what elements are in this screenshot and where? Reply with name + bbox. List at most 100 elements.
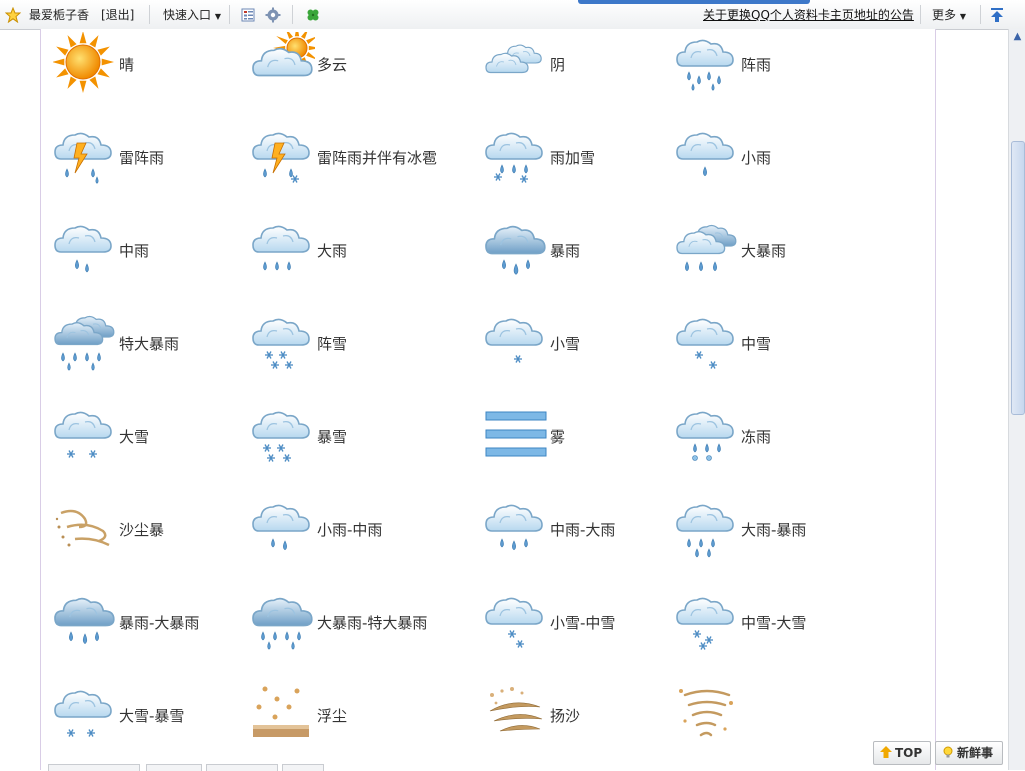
announcement-link[interactable]: 关于更换QQ个人资料卡主页地址的公告 (703, 0, 914, 29)
moderate-snow-icon (676, 318, 734, 369)
thunderstorm-icon (54, 132, 112, 184)
weather-label: 多云 (317, 56, 348, 74)
heavy-rainstorm-icon (676, 224, 737, 272)
weather-label: 雷阵雨 (119, 149, 165, 167)
light-rain-icon (676, 132, 734, 177)
quick-entry-label: 快速入口 (163, 8, 212, 22)
heavy-rain-to-rainstorm-icon (676, 504, 734, 558)
weather-item: 沙尘暴 (53, 497, 278, 577)
logout-link[interactable]: [退出] (101, 0, 134, 29)
weather-label: 阵雨 (741, 56, 772, 74)
star-icon[interactable] (5, 7, 21, 23)
weather-label: 特大暴雨 (119, 335, 180, 353)
toolbar-divider (149, 5, 150, 24)
shower-icon (676, 39, 734, 91)
vertical-scrollbar[interactable]: ▲ (1008, 29, 1025, 770)
lightbulb-icon (943, 746, 953, 758)
weather-label: 晴 (119, 56, 135, 74)
weather-label: 雷阵雨并伴有冰雹 (317, 149, 438, 167)
weather-label: 小雪 (550, 335, 581, 353)
weather-item: 雷阵雨 (53, 125, 278, 205)
weather-item: 大雪-暴雪 (53, 683, 278, 763)
weather-label: 暴雨 (550, 242, 581, 260)
back-to-top-icon[interactable] (989, 7, 1005, 23)
toolbar-divider (292, 5, 293, 24)
chevron-down-icon: ▼ (959, 12, 966, 21)
more-menu[interactable]: 更多 ▼ (932, 0, 966, 29)
rainstorm-to-heavy-rainstorm-icon (54, 597, 115, 644)
weather-label: 中雨-大雨 (550, 521, 616, 539)
weather-item: 大暴雨-特大暴雨 (251, 590, 476, 670)
weather-label: 中雪-大雪 (741, 614, 807, 632)
fog-icon (485, 411, 547, 457)
extreme-rainstorm-icon (54, 315, 115, 371)
weather-label: 暴雪 (317, 428, 348, 446)
news-feed-button[interactable]: 新鲜事 (935, 741, 1003, 765)
heavy-to-extreme-rainstorm-icon (252, 597, 313, 650)
weather-label: 冻雨 (741, 428, 772, 446)
blowing-sand-icon (489, 687, 543, 732)
light-to-moderate-snow-icon (485, 597, 543, 648)
overcast-icon (485, 44, 542, 74)
snowstorm-icon (252, 411, 310, 462)
light-snow-icon (485, 318, 543, 363)
heavy-snow-icon (54, 411, 112, 458)
quick-entry-menu[interactable]: 快速入口 ▼ (163, 0, 221, 29)
top-toolbar: 最爱栀子香 [退出] 快速入口 ▼ 关于更换QQ个人资料卡主页地址的公告 更多 … (0, 0, 1025, 30)
weather-item: 阵雪 (251, 311, 476, 391)
weather-label: 沙尘暴 (119, 521, 165, 539)
top-button[interactable]: TOP (873, 741, 931, 765)
weather-item: 雷阵雨并伴有冰雹 (251, 125, 476, 205)
weather-label: 小雨 (741, 149, 772, 167)
weather-label: 大暴雨 (741, 242, 787, 260)
weather-item: 晴 (53, 32, 278, 112)
moderate-to-heavy-snow-icon (676, 597, 734, 650)
weather-label: 大雨 (317, 242, 348, 260)
cloudy-icon (252, 32, 315, 77)
weather-label: 阴 (550, 56, 566, 74)
news-feed-label: 新鲜事 (957, 746, 994, 760)
weather-label: 暴雨-大暴雨 (119, 614, 200, 632)
username[interactable]: 最爱栀子香 (29, 0, 89, 29)
weather-label: 浮尘 (317, 707, 348, 725)
more-label: 更多 (932, 8, 957, 22)
weather-label: 大雨-暴雨 (741, 521, 807, 539)
gear-icon[interactable] (265, 7, 281, 23)
weather-label: 小雪-中雪 (550, 614, 616, 632)
weather-item: 冻雨 (675, 404, 925, 484)
weather-label: 大雪 (119, 428, 150, 446)
weather-label: 小雨-中雨 (317, 521, 383, 539)
weather-item: 中雪-大雪 (675, 590, 925, 670)
weather-label: 阵雪 (317, 335, 348, 353)
sun-icon (53, 32, 114, 93)
weather-item: 小雨 (675, 125, 925, 205)
top-button-label: TOP (895, 746, 923, 760)
moderate-rain-icon (54, 225, 112, 273)
scroll-up-arrow[interactable]: ▲ (1010, 29, 1025, 44)
weather-item: 浮尘 (251, 683, 476, 763)
weather-label: 雨加雪 (550, 149, 596, 167)
weather-item: 中雨 (53, 218, 278, 298)
heavy-snow-to-snowstorm-icon (54, 690, 112, 737)
weather-label: 扬沙 (550, 707, 581, 725)
moderate-to-heavy-rain-icon (485, 504, 543, 551)
sleet-icon (485, 132, 543, 183)
weather-item: 阵雨 (675, 32, 925, 112)
weather-item: 暴雪 (251, 404, 476, 484)
chevron-down-icon: ▼ (214, 12, 221, 21)
weather-item: 大雨 (251, 218, 476, 298)
weather-label: 中雨 (119, 242, 150, 260)
sandstorm-icon (55, 509, 110, 547)
weather-label: 中雪 (741, 335, 772, 353)
light-to-moderate-rain-icon (252, 504, 310, 551)
snow-shower-icon (252, 318, 310, 369)
scrollbar-thumb[interactable] (1011, 141, 1025, 415)
weather-item: 暴雨-大暴雨 (53, 590, 278, 670)
up-arrow-icon (880, 746, 892, 758)
toolbar-divider (920, 5, 921, 24)
list-icon[interactable] (240, 7, 256, 23)
toolbar-divider (980, 5, 981, 24)
weather-item: 特大暴雨 (53, 311, 278, 391)
freezing-rain-icon (676, 411, 734, 461)
clover-icon[interactable] (305, 7, 321, 23)
